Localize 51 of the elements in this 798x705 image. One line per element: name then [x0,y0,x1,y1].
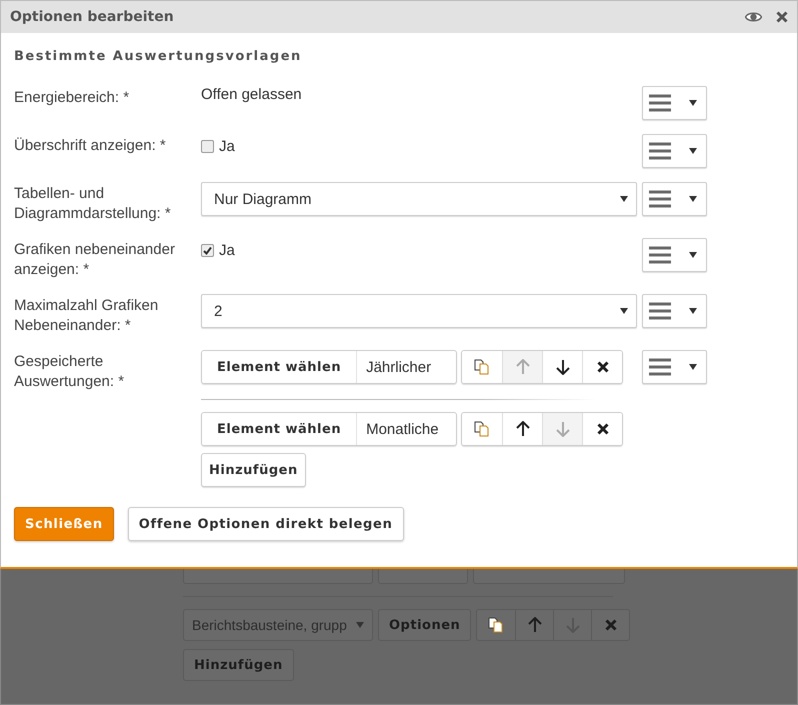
caret-icon [356,622,364,628]
arrow-down-icon [556,359,570,375]
arrow-down-icon [556,421,570,437]
menu-dropdown-button[interactable] [642,86,707,120]
close-icon[interactable] [776,11,788,23]
menu-dropdown-button[interactable] [642,182,707,216]
section-title: Bestimmte Auswertungsvorlagen [14,49,303,64]
menu-icon [649,94,671,112]
copy-icon [488,617,504,633]
field-label: Tabellen- und Diagrammdarstellung: * [14,184,172,224]
caret-icon [689,100,697,106]
dialog-title: Optionen bearbeiten [10,9,175,25]
select-field[interactable]: Nur Diagramm [201,182,637,216]
arrow-up-icon [528,617,542,633]
field-value: Offen gelassen [201,85,303,105]
field-label: Überschrift anzeigen: * [14,136,167,156]
caret-icon [689,252,697,258]
menu-icon [649,358,671,376]
checkbox[interactable] [201,140,214,152]
menu-dropdown-button[interactable] [642,350,707,384]
add-button[interactable]: Hinzufügen [201,453,306,487]
checkbox-label: Ja [219,138,235,154]
field-label: Energiebereich: * [14,88,130,108]
caret-icon [620,308,628,314]
assign-options-button[interactable]: Offene Optionen direkt belegen [128,507,404,541]
caret-icon [689,148,697,154]
caret-icon [689,308,697,314]
menu-icon [649,142,671,160]
menu-icon [649,190,671,208]
arrow-up-icon [516,359,530,375]
eye-icon[interactable] [745,11,762,23]
select-field[interactable]: 2 [201,294,637,328]
checkbox[interactable] [201,244,214,256]
delete-icon [596,423,608,435]
menu-dropdown-button[interactable] [642,238,707,272]
field-label: Grafiken nebeneinander anzeigen: * [14,240,176,280]
menu-dropdown-button[interactable] [642,294,707,328]
caret-icon [689,364,697,370]
menu-icon [649,246,671,264]
arrow-up-icon [516,421,530,437]
delete-icon [604,619,617,631]
caret-icon [689,196,697,202]
field-label: Maximalzahl Grafiken Nebeneinander: * [14,296,160,336]
menu-dropdown-button[interactable] [642,134,707,168]
copy-icon [474,359,490,375]
copy-icon [474,421,490,437]
caret-icon [620,196,628,202]
delete-icon [596,361,608,373]
field-label: Gespeicherte Auswertungen: * [14,352,126,392]
menu-icon [649,302,671,320]
checkbox-label: Ja [219,242,235,258]
